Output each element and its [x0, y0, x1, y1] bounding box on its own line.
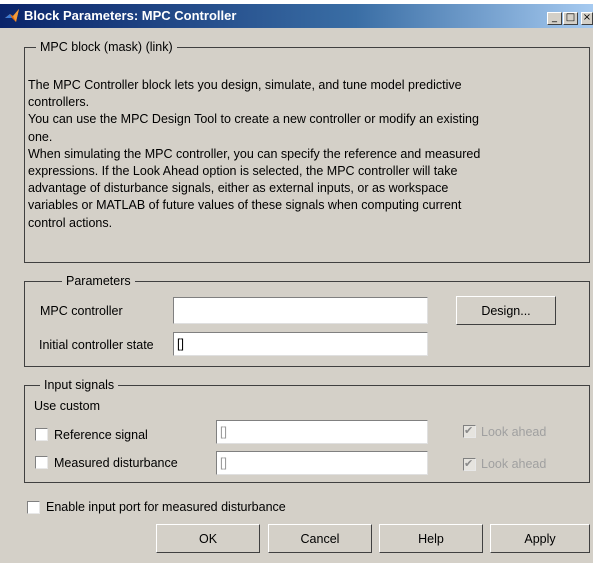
mpc-controller-input[interactable] — [173, 297, 428, 324]
cancel-button[interactable]: Cancel — [268, 524, 372, 553]
checkmark-icon: ✔ — [464, 457, 474, 470]
apply-button[interactable]: Apply — [490, 524, 590, 553]
title-bar[interactable]: Block Parameters: MPC Controller _ □ × — [0, 4, 593, 28]
measured-look-ahead-label: Look ahead — [481, 457, 547, 471]
initial-state-input[interactable] — [173, 332, 428, 356]
input-signals-group-title: Input signals — [40, 378, 119, 392]
parameters-group-title: Parameters — [62, 274, 135, 288]
checkmark-icon: ✔ — [464, 424, 474, 437]
measured-disturbance-checkbox[interactable] — [35, 456, 48, 469]
initial-state-label: Initial controller state — [39, 338, 154, 352]
enable-input-port-checkbox[interactable] — [27, 501, 40, 514]
reference-signal-input[interactable] — [216, 420, 428, 444]
reference-look-ahead-label: Look ahead — [481, 425, 547, 439]
measured-disturbance-label: Measured disturbance — [54, 456, 178, 470]
ok-button[interactable]: OK — [156, 524, 260, 553]
measured-look-ahead-checkbox[interactable]: ✔ — [463, 457, 476, 471]
design-button[interactable]: Design... — [456, 296, 556, 325]
window-title: Block Parameters: MPC Controller — [24, 8, 237, 23]
minimize-icon[interactable]: _ — [547, 12, 562, 25]
use-custom-label: Use custom — [34, 399, 100, 413]
reference-signal-checkbox[interactable] — [35, 428, 48, 441]
enable-input-port-label: Enable input port for measured disturban… — [46, 500, 286, 514]
help-button[interactable]: Help — [379, 524, 483, 553]
mpc-controller-label: MPC controller — [40, 304, 123, 318]
mask-description-text: The MPC Controller block lets you design… — [28, 78, 481, 230]
maximize-icon[interactable]: □ — [563, 12, 578, 25]
close-icon[interactable]: × — [581, 12, 593, 25]
measured-disturbance-input[interactable] — [216, 451, 428, 475]
mask-group-title: MPC block (mask) (link) — [36, 40, 177, 54]
reference-signal-label: Reference signal — [54, 428, 148, 442]
reference-look-ahead-checkbox[interactable]: ✔ — [463, 424, 476, 438]
matlab-icon — [5, 9, 19, 22]
